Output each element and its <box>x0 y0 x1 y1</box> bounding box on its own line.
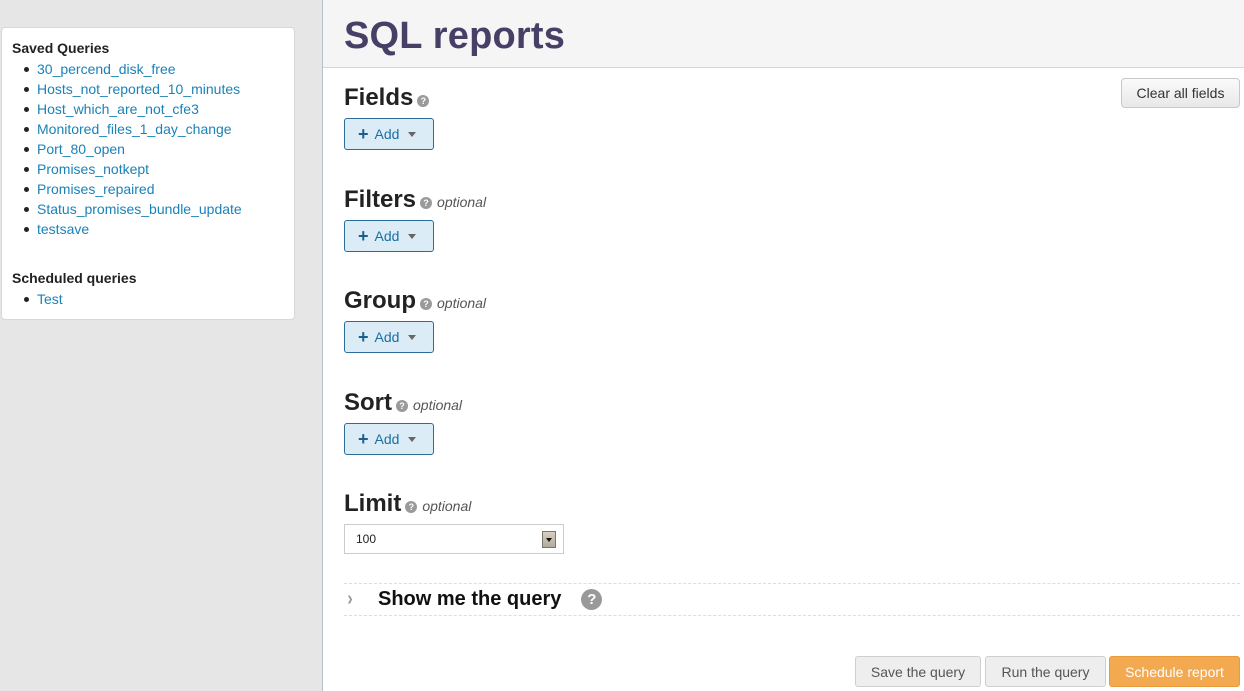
list-item: Port_80_open <box>24 139 284 159</box>
saved-queries-heading: Saved Queries <box>12 40 110 56</box>
limit-section: Limit ? optional 100 <box>344 490 564 554</box>
help-icon[interactable]: ? <box>417 95 430 107</box>
list-item: Promises_notkept <box>24 159 284 179</box>
schedule-report-button[interactable]: Schedule report <box>1109 656 1240 687</box>
help-icon[interactable]: ? <box>420 197 433 209</box>
show-query-label: Show me the query <box>378 588 562 610</box>
caret-down-icon <box>408 233 417 239</box>
filters-title: Filters <box>344 186 417 213</box>
saved-query-link[interactable]: Promises_repaired <box>37 181 155 197</box>
add-label: Add <box>374 126 400 142</box>
dropdown-arrow-icon[interactable] <box>542 531 556 548</box>
sort-title: Sort <box>344 389 392 416</box>
sort-title-row: Sort ? optional <box>344 389 462 417</box>
plus-icon: + <box>358 429 369 449</box>
left-sidebar: Saved Queries 30_percend_disk_free Hosts… <box>0 0 322 691</box>
saved-query-link[interactable]: Monitored_files_1_day_change <box>37 121 232 137</box>
caret-down-icon <box>408 436 417 442</box>
add-label: Add <box>374 329 400 345</box>
page-title: SQL reports <box>344 15 566 57</box>
plus-icon: + <box>358 124 369 144</box>
optional-label: optional <box>437 194 487 210</box>
optional-label: optional <box>413 397 463 413</box>
filters-title-row: Filters ? optional <box>344 186 486 214</box>
saved-query-link[interactable]: testsave <box>37 221 89 237</box>
scheduled-queries-list: Test <box>12 289 284 309</box>
list-item: Test <box>24 289 284 309</box>
fields-section: Fields ? + Add <box>344 84 434 150</box>
saved-query-link[interactable]: Promises_notkept <box>37 161 149 177</box>
add-filter-button[interactable]: + Add <box>344 220 434 252</box>
show-query-toggle[interactable]: › Show me the query ? <box>344 583 1240 616</box>
list-item: Host_which_are_not_cfe3 <box>24 99 284 119</box>
group-section: Group ? optional + Add <box>344 287 486 353</box>
saved-query-link[interactable]: Host_which_are_not_cfe3 <box>37 101 199 117</box>
help-icon[interactable]: ? <box>396 400 408 412</box>
fields-title-row: Fields ? <box>344 84 434 112</box>
add-sort-button[interactable]: + Add <box>344 423 434 455</box>
scheduled-queries-heading: Scheduled queries <box>12 270 137 286</box>
limit-title-row: Limit ? optional <box>344 490 564 518</box>
add-label: Add <box>374 228 400 244</box>
saved-queries-panel: Saved Queries 30_percend_disk_free Hosts… <box>1 27 295 320</box>
chevron-right-icon: › <box>347 588 353 610</box>
limit-title: Limit <box>344 490 402 517</box>
add-group-button[interactable]: + Add <box>344 321 434 353</box>
plus-icon: + <box>358 226 369 246</box>
optional-label: optional <box>437 295 487 311</box>
list-item: testsave <box>24 219 284 239</box>
caret-down-icon <box>408 334 417 340</box>
saved-query-link[interactable]: Port_80_open <box>37 141 125 157</box>
sort-section: Sort ? optional + Add <box>344 389 462 455</box>
saved-query-link[interactable]: 30_percend_disk_free <box>37 61 176 77</box>
list-item: Status_promises_bundle_update <box>24 199 284 219</box>
list-item: 30_percend_disk_free <box>24 59 284 79</box>
caret-down-icon <box>408 131 417 137</box>
group-title-row: Group ? optional <box>344 287 486 315</box>
help-icon[interactable]: ? <box>581 589 603 610</box>
saved-query-link[interactable]: Status_promises_bundle_update <box>37 201 242 217</box>
saved-queries-list: 30_percend_disk_free Hosts_not_reported_… <box>12 59 284 239</box>
list-item: Promises_repaired <box>24 179 284 199</box>
filters-section: Filters ? optional + Add <box>344 186 486 252</box>
help-icon[interactable]: ? <box>420 298 432 310</box>
list-item: Monitored_files_1_day_change <box>24 119 284 139</box>
fields-title: Fields <box>344 84 414 111</box>
add-label: Add <box>374 431 400 447</box>
help-icon[interactable]: ? <box>405 501 418 513</box>
save-query-button[interactable]: Save the query <box>855 656 981 687</box>
group-title: Group <box>344 287 416 314</box>
plus-icon: + <box>358 327 369 347</box>
list-item: Hosts_not_reported_10_minutes <box>24 79 284 99</box>
limit-select[interactable]: 100 <box>344 524 564 554</box>
add-field-button[interactable]: + Add <box>344 118 434 150</box>
scheduled-query-link[interactable]: Test <box>37 291 63 307</box>
clear-all-fields-button[interactable]: Clear all fields <box>1121 78 1240 108</box>
run-query-button[interactable]: Run the query <box>985 656 1106 687</box>
saved-query-link[interactable]: Hosts_not_reported_10_minutes <box>37 81 240 97</box>
limit-value: 100 <box>356 532 377 546</box>
page-header: SQL reports <box>323 0 1244 68</box>
main-panel: SQL reports Clear all fields Fields ? + … <box>322 0 1244 691</box>
optional-label: optional <box>422 498 472 514</box>
